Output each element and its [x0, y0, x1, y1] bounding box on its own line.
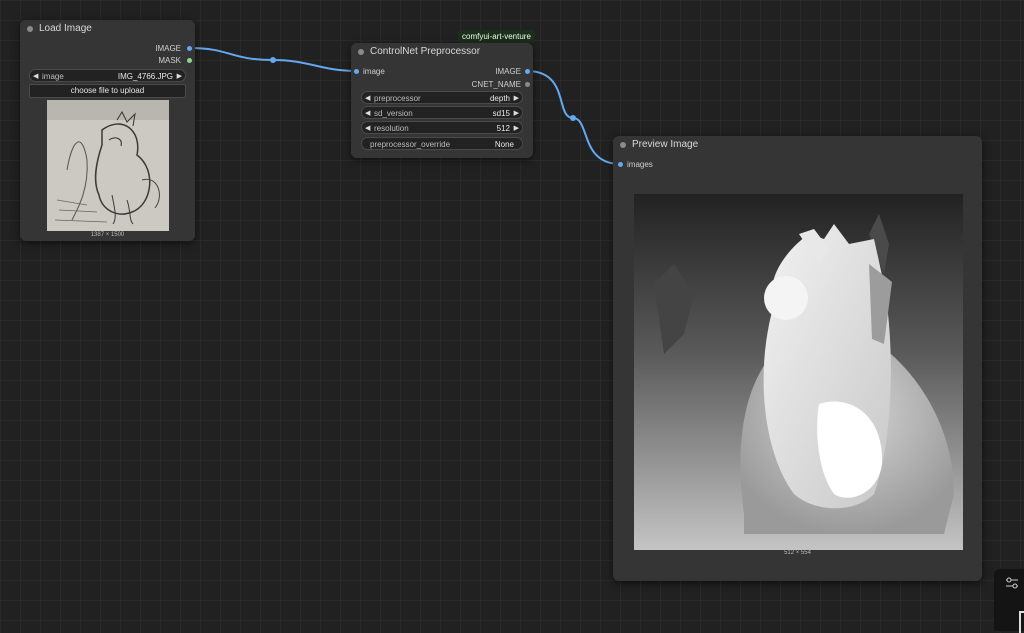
- arrow-left-icon[interactable]: ◀: [365, 122, 370, 135]
- sd-version-combo-widget[interactable]: ◀ sd_version sd15 ▶: [361, 106, 523, 119]
- input-image-slot[interactable]: image: [363, 67, 385, 76]
- preview-dimensions: 512 × 554: [784, 550, 811, 556]
- output-image-label: IMAGE: [155, 44, 181, 53]
- output-image-dot-icon[interactable]: [525, 69, 530, 74]
- arrow-left-icon[interactable]: ◀: [33, 70, 38, 83]
- sketch-drawing-icon: [47, 100, 169, 231]
- link-midpoint-handle: [270, 57, 276, 63]
- widget-value: depth: [489, 94, 510, 103]
- widget-value: None: [494, 140, 514, 149]
- arrow-right-icon[interactable]: ▶: [514, 107, 519, 120]
- output-mask-dot-icon[interactable]: [187, 58, 192, 63]
- widget-value: 512: [496, 124, 510, 133]
- preprocessor-override-widget[interactable]: preprocessor_override None: [361, 137, 523, 150]
- collapse-dot-icon[interactable]: [358, 49, 364, 55]
- arrow-left-icon[interactable]: ◀: [365, 107, 370, 120]
- controlnet-preprocessor-node[interactable]: ControlNet Preprocessor image IMAGE CNET…: [351, 43, 533, 158]
- panel-edge-indicator: [1019, 611, 1024, 633]
- widget-label: image: [42, 72, 64, 81]
- widget-label: preprocessor_override: [370, 140, 451, 149]
- link-loadimage-to-preprocessor: [189, 47, 358, 72]
- node-header[interactable]: Preview Image: [613, 136, 982, 154]
- input-images-dot-icon[interactable]: [618, 162, 623, 167]
- input-image-label: image: [363, 67, 385, 76]
- upload-button[interactable]: choose file to upload: [29, 84, 186, 98]
- image-dimensions: 1387 × 1500: [90, 232, 125, 238]
- widget-value: sd15: [492, 109, 510, 118]
- input-image-dot-icon[interactable]: [354, 69, 359, 74]
- output-image-dot-icon[interactable]: [187, 46, 192, 51]
- widget-label: sd_version: [374, 109, 413, 118]
- node-title: ControlNet Preprocessor: [370, 46, 481, 57]
- collapse-dot-icon[interactable]: [27, 26, 33, 32]
- link-midpoint-handle: [570, 115, 576, 121]
- arrow-right-icon[interactable]: ▶: [514, 122, 519, 135]
- depth-map-graphic: [634, 194, 963, 550]
- input-images-slot[interactable]: images: [627, 160, 653, 169]
- output-cnet-name-dot-icon[interactable]: [525, 82, 530, 87]
- widget-label: preprocessor: [374, 94, 421, 103]
- output-image-slot[interactable]: IMAGE: [155, 44, 181, 53]
- node-title: Load Image: [39, 23, 92, 34]
- link-preprocessor-to-preview: [526, 70, 621, 165]
- preview-depth-image: [634, 194, 963, 550]
- output-mask-label: MASK: [158, 56, 181, 65]
- widget-label: resolution: [374, 124, 409, 133]
- image-thumbnail: [47, 100, 169, 231]
- node-header[interactable]: ControlNet Preprocessor: [351, 43, 533, 61]
- output-cnet-name-label: CNET_NAME: [471, 80, 521, 89]
- output-image-slot[interactable]: IMAGE: [495, 67, 521, 76]
- arrow-right-icon[interactable]: ▶: [177, 70, 182, 83]
- resolution-number-widget[interactable]: ◀ resolution 512 ▶: [361, 121, 523, 134]
- node-title: Preview Image: [632, 139, 699, 150]
- preview-image-node[interactable]: Preview Image images 512 × 554: [613, 136, 982, 581]
- load-image-node[interactable]: Load Image IMAGE MASK ◀ image IMG_4766.J…: [20, 20, 195, 241]
- node-pack-badge: comfyui-art-venture: [458, 30, 535, 43]
- output-image-label: IMAGE: [495, 67, 521, 76]
- widget-value: IMG_4766.JPG: [117, 72, 173, 81]
- arrow-right-icon[interactable]: ▶: [514, 92, 519, 105]
- image-combo-widget[interactable]: ◀ image IMG_4766.JPG ▶: [29, 69, 186, 82]
- collapse-dot-icon[interactable]: [620, 142, 626, 148]
- settings-sliders-icon[interactable]: [1004, 575, 1020, 591]
- canvas-menu-panel[interactable]: [994, 569, 1024, 633]
- arrow-left-icon[interactable]: ◀: [365, 92, 370, 105]
- output-cnet-name-slot[interactable]: CNET_NAME: [472, 80, 521, 89]
- node-header[interactable]: Load Image: [20, 20, 195, 38]
- input-images-label: images: [627, 160, 653, 169]
- preprocessor-combo-widget[interactable]: ◀ preprocessor depth ▶: [361, 91, 523, 104]
- output-mask-slot[interactable]: MASK: [158, 56, 181, 65]
